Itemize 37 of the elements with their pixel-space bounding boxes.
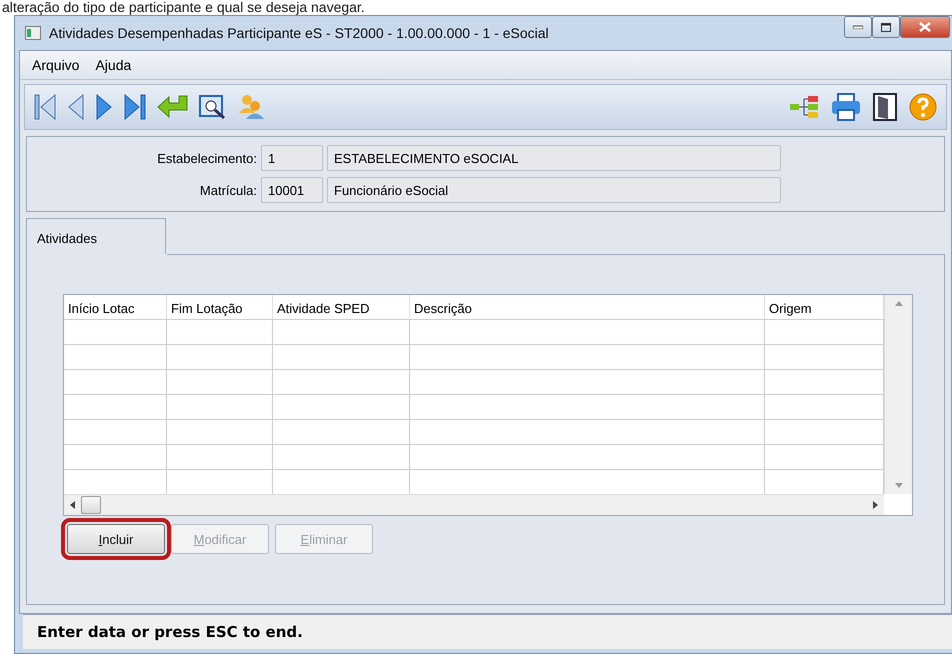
maximize-button[interactable] bbox=[872, 16, 900, 38]
horizontal-scrollbar[interactable] bbox=[64, 494, 884, 515]
scroll-left-icon[interactable] bbox=[70, 501, 75, 509]
scroll-right-icon[interactable] bbox=[873, 501, 878, 509]
document-text: alteração do tipo de participante e qual se deseja navegar. bbox=[1, 0, 366, 15]
menu-item[interactable]: Arquivo bbox=[26, 55, 86, 75]
previous-record-icon[interactable] bbox=[67, 92, 85, 122]
column-header[interactable]: Atividade SPED bbox=[273, 295, 410, 319]
menu-item[interactable]: Ajuda bbox=[89, 55, 138, 75]
field-label: Matrícula: bbox=[198, 182, 257, 198]
print-icon[interactable] bbox=[830, 92, 862, 122]
code-field[interactable]: 1 bbox=[261, 145, 323, 171]
tab[interactable]: Atividades bbox=[26, 218, 166, 254]
description-field[interactable]: Funcionário eSocial bbox=[327, 177, 781, 203]
first-record-icon[interactable] bbox=[33, 92, 57, 122]
minimize-button[interactable] bbox=[844, 16, 872, 38]
column-header[interactable]: Início Lotac bbox=[64, 295, 167, 319]
scroll-thumb[interactable] bbox=[81, 496, 101, 514]
search-icon[interactable] bbox=[199, 94, 227, 120]
window-title: Atividades Desempenhadas Participante eS - ST2000 - 1.00.00.000 - 1 - eSocial bbox=[49, 25, 550, 41]
column-header[interactable]: Descrição bbox=[410, 295, 765, 319]
close-button[interactable] bbox=[900, 16, 950, 38]
field-label: Estabelecimento: bbox=[156, 150, 257, 166]
column-header[interactable]: Fim Lotação bbox=[167, 295, 273, 319]
return-arrow-icon[interactable] bbox=[157, 94, 189, 120]
window-app-icon bbox=[25, 26, 41, 40]
code-field[interactable]: 10001 bbox=[261, 177, 323, 203]
tree-structure-icon[interactable] bbox=[788, 94, 820, 120]
maximize-icon bbox=[881, 22, 891, 32]
status-bar: Enter data or press ESC to end. bbox=[23, 614, 952, 649]
description-field[interactable]: ESTABELECIMENTO eSOCIAL bbox=[327, 145, 781, 171]
minimize-icon bbox=[853, 25, 863, 29]
close-icon bbox=[919, 22, 931, 32]
last-record-icon[interactable] bbox=[123, 92, 147, 122]
help-icon[interactable] bbox=[908, 92, 938, 122]
exit-door-icon[interactable] bbox=[872, 92, 898, 122]
next-record-icon[interactable] bbox=[95, 92, 113, 122]
